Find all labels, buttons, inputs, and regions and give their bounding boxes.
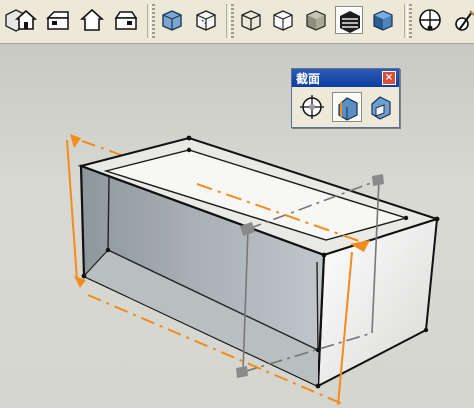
monochrome-cube-icon bbox=[373, 10, 393, 31]
model-scene bbox=[66, 134, 441, 406]
shaded-cube-icon bbox=[306, 10, 326, 31]
house-back-icon bbox=[114, 11, 138, 30]
xray-button[interactable] bbox=[158, 6, 186, 34]
toolbar-separator bbox=[226, 4, 230, 38]
section-toolbar-panel: 截面 × bbox=[291, 68, 400, 128]
right-view-button[interactable] bbox=[44, 6, 72, 34]
hidden-line-cube-icon bbox=[273, 10, 293, 31]
position-camera-icon bbox=[419, 9, 441, 31]
toolbar-separator bbox=[404, 4, 408, 38]
shaded-textures-button[interactable] bbox=[335, 6, 363, 34]
close-icon: × bbox=[384, 72, 394, 83]
display-section-planes-icon bbox=[338, 97, 358, 121]
walk-button[interactable] bbox=[450, 6, 474, 34]
house-side-icon bbox=[46, 11, 69, 30]
toolbar-grip bbox=[152, 4, 155, 38]
monochrome-button[interactable] bbox=[369, 6, 397, 34]
model-viewport[interactable] bbox=[0, 44, 474, 408]
house-outline-icon bbox=[79, 8, 105, 31]
shaded-button[interactable] bbox=[302, 6, 330, 34]
display-section-planes-button[interactable] bbox=[332, 92, 362, 122]
toolbar-grip bbox=[409, 4, 412, 38]
position-camera-button[interactable] bbox=[416, 6, 444, 34]
panel-close-button[interactable]: × bbox=[382, 71, 396, 85]
display-section-cuts-icon bbox=[371, 96, 391, 120]
home-front-icon bbox=[14, 9, 38, 30]
shaded-textures-cube-icon bbox=[340, 11, 360, 33]
panel-title: 截面 bbox=[296, 72, 321, 86]
hidden-line-button[interactable] bbox=[269, 6, 297, 34]
left-view-button[interactable] bbox=[112, 6, 140, 34]
front-view-button[interactable] bbox=[12, 6, 40, 34]
back-view-button[interactable] bbox=[78, 6, 106, 34]
xray-cube-icon bbox=[162, 10, 182, 31]
view-toolbar bbox=[0, 0, 474, 44]
wireframe-button[interactable] bbox=[237, 6, 265, 34]
display-section-cuts-button[interactable] bbox=[366, 92, 396, 122]
section-plane-icon bbox=[300, 95, 324, 119]
back-edges-cube-icon bbox=[196, 10, 216, 31]
toolbar-separator bbox=[147, 4, 151, 38]
toolbar-grip bbox=[231, 4, 234, 38]
walk-icon bbox=[455, 10, 474, 31]
back-edges-button[interactable] bbox=[192, 6, 220, 34]
section-plane-button[interactable] bbox=[297, 92, 327, 122]
panel-titlebar[interactable]: 截面 × bbox=[292, 69, 399, 87]
wireframe-cube-icon bbox=[241, 10, 261, 31]
